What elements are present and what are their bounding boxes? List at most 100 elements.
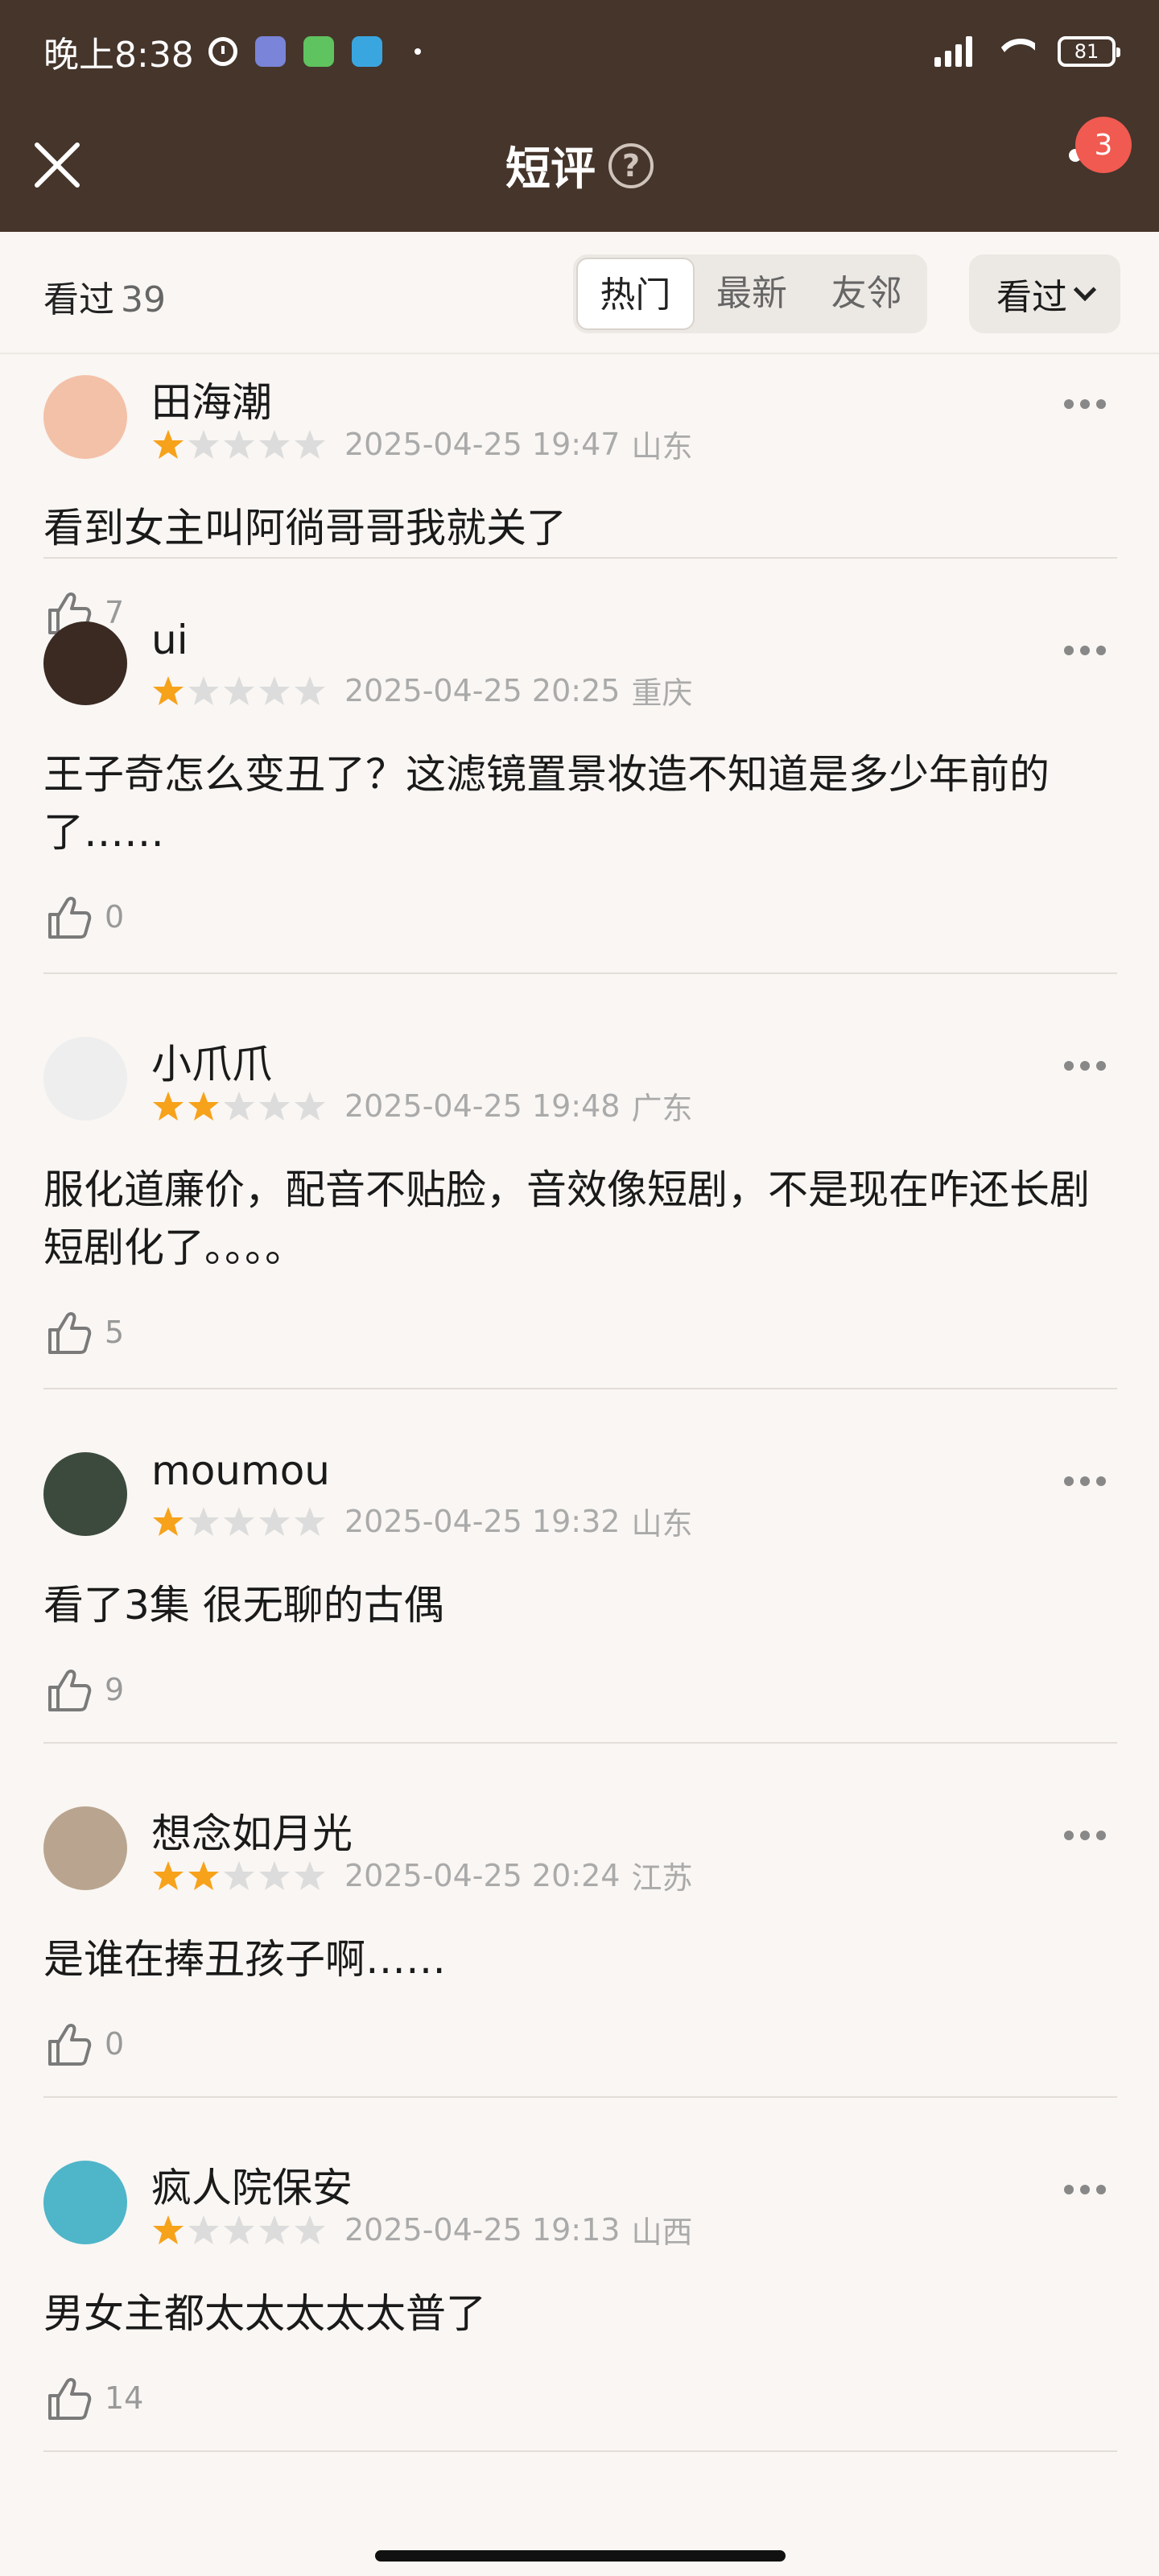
like-count: 0 — [105, 899, 125, 935]
comment-region: 广东 — [631, 1091, 693, 1126]
dot-icon — [1064, 646, 1074, 655]
like-button[interactable]: 9 — [43, 1665, 124, 1715]
username[interactable]: moumou — [151, 1447, 330, 1494]
star-empty-icon — [188, 2215, 219, 2244]
star-empty-icon — [224, 429, 254, 459]
comment-meta: 2025-04-25 19:48 广东 — [151, 1084, 692, 1128]
comment-more-button[interactable] — [1064, 399, 1106, 409]
comment-item: moumou 2025-04-25 19:32 山东 看了3集 很无聊的古偶 9 — [43, 1389, 1117, 1744]
like-button[interactable]: 0 — [43, 892, 124, 942]
dot-icon — [1096, 2185, 1106, 2194]
star-empty-icon — [259, 675, 290, 705]
star-filled-icon — [153, 675, 184, 705]
comment-meta: 2025-04-25 20:24 江苏 — [151, 1853, 692, 1897]
alarm-icon — [208, 37, 237, 66]
thumbs-up-icon — [48, 2024, 92, 2066]
star-empty-icon — [259, 1506, 290, 1536]
help-icon[interactable]: ? — [608, 142, 654, 188]
thumbs-up-icon — [48, 1670, 92, 1711]
comment-text: 男女主都太太太太太普了 — [43, 2290, 486, 2337]
rating-stars — [151, 1090, 328, 1122]
home-indicator[interactable] — [375, 2550, 786, 2562]
comment-meta: 2025-04-25 20:25 重庆 — [151, 668, 692, 712]
star-empty-icon — [224, 1860, 254, 1890]
comment-more-button[interactable] — [1064, 1061, 1106, 1071]
rating-stars — [151, 2214, 328, 2246]
star-empty-icon — [259, 429, 290, 459]
status-indicators: 81 — [934, 29, 1120, 74]
star-filled-icon — [153, 1506, 184, 1536]
comment-item: ui 2025-04-25 20:25 重庆 王子奇怎么变丑了？这滤镜置景妆造不知道是… — [43, 559, 1117, 974]
wechat-icon — [303, 36, 334, 67]
dot-icon — [1096, 1831, 1106, 1840]
comment-item: 想念如月光 2025-04-25 20:24 江苏是谁在捧丑孩子啊…… 0 — [43, 1744, 1117, 2098]
dot-icon — [1064, 1061, 1074, 1071]
dot-icon — [1096, 646, 1106, 655]
dot-icon — [1064, 399, 1074, 409]
dot-icon — [1096, 399, 1106, 409]
avatar[interactable] — [43, 375, 127, 459]
like-button[interactable]: 5 — [43, 1307, 124, 1357]
signal-icon — [934, 36, 972, 67]
rating-stars — [151, 428, 328, 460]
app-notification-icon — [254, 36, 286, 67]
comment-date: 2025-04-25 19:13 — [344, 2211, 621, 2248]
star-empty-icon — [224, 2215, 254, 2244]
username[interactable]: 田海潮 — [151, 370, 272, 428]
comment-meta: 2025-04-25 19:47 山东 — [151, 422, 692, 466]
star-empty-icon — [188, 1506, 219, 1536]
star-empty-icon — [295, 1506, 325, 1536]
rating-stars — [151, 675, 328, 707]
comment-item: 疯人院保安 2025-04-25 19:13 山西男女主都太太太太太普了 14 — [43, 2098, 1117, 2452]
star-empty-icon — [224, 1091, 254, 1121]
more-notifications-dot — [414, 48, 421, 55]
chevron-down-icon — [1073, 278, 1097, 302]
avatar[interactable] — [43, 1452, 127, 1536]
username[interactable]: 疯人院保安 — [151, 2156, 353, 2214]
comment-region: 重庆 — [631, 675, 693, 711]
dot-icon — [1064, 1831, 1074, 1840]
comment-more-button[interactable] — [1064, 646, 1106, 655]
comment-region: 山西 — [631, 2215, 693, 2250]
avatar[interactable] — [43, 621, 127, 705]
like-button[interactable]: 0 — [43, 2019, 124, 2069]
title-area: 短评 ? — [0, 133, 1159, 198]
star-empty-icon — [259, 1860, 290, 1890]
battery-level: 81 — [1074, 40, 1099, 63]
dot-icon — [1064, 2185, 1074, 2194]
dot-icon — [1080, 2185, 1090, 2194]
avatar[interactable] — [43, 2161, 127, 2244]
status-bar: 晚上8:38 — [43, 29, 421, 76]
like-count: 14 — [105, 2380, 144, 2416]
like-button[interactable]: 14 — [43, 2373, 143, 2423]
username[interactable]: 想念如月光 — [151, 1802, 353, 1860]
star-filled-icon — [188, 1091, 219, 1121]
like-count: 5 — [105, 1315, 125, 1350]
dot-icon — [1096, 1061, 1106, 1071]
username[interactable]: 小爪爪 — [151, 1032, 272, 1090]
like-count: 9 — [105, 1672, 125, 1707]
status-time: 晚上8:38 — [43, 35, 194, 76]
store-icon — [351, 36, 382, 67]
avatar[interactable] — [43, 1806, 127, 1890]
star-empty-icon — [295, 1860, 325, 1890]
avatar[interactable] — [43, 1037, 127, 1121]
comment-text: 是谁在捧丑孩子啊…… — [43, 1936, 446, 1983]
username[interactable]: ui — [151, 617, 188, 663]
comment-more-button[interactable] — [1064, 1476, 1106, 1486]
comment-date: 2025-04-25 20:25 — [344, 672, 621, 708]
comment-region: 江苏 — [631, 1860, 693, 1896]
comment-date: 2025-04-25 19:48 — [344, 1088, 621, 1124]
star-filled-icon — [153, 1091, 184, 1121]
star-empty-icon — [295, 1091, 325, 1121]
thumbs-up-icon — [48, 2378, 92, 2420]
comment-more-button[interactable] — [1064, 1831, 1106, 1840]
comment-text: 服化道廉价，配音不贴脸，音效像短剧，不是现在咋还长剧短剧化了。。。。 — [43, 1166, 1090, 1271]
star-filled-icon — [153, 429, 184, 459]
star-filled-icon — [153, 1860, 184, 1890]
comment-date: 2025-04-25 19:32 — [344, 1503, 621, 1539]
thumbs-up-icon — [48, 1312, 92, 1354]
star-empty-icon — [224, 1506, 254, 1536]
comment-more-button[interactable] — [1064, 2185, 1106, 2194]
dot-icon — [1080, 646, 1090, 655]
